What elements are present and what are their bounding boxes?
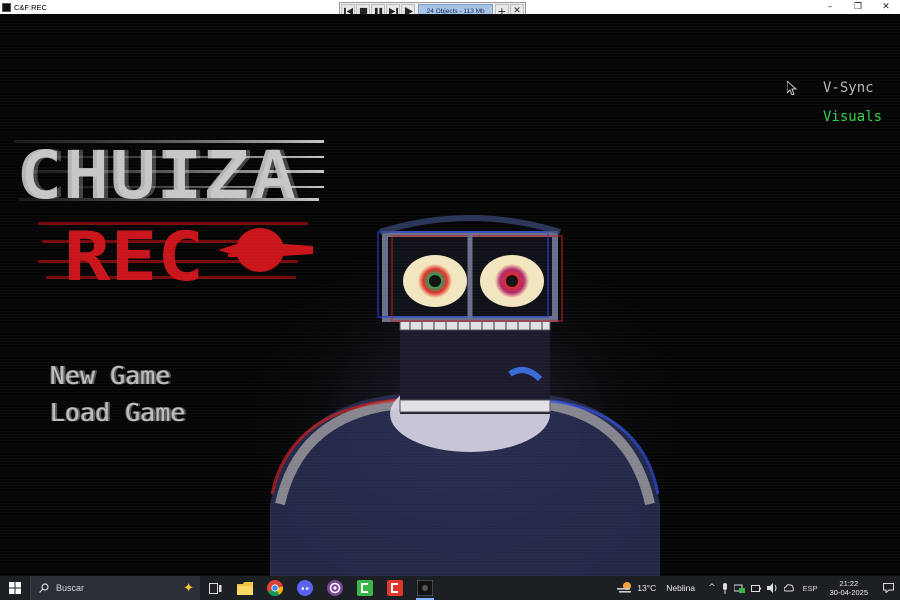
tor-browser-button[interactable]	[320, 576, 350, 600]
fusion-red-button[interactable]	[380, 576, 410, 600]
start-button[interactable]	[0, 576, 30, 600]
search-icon	[39, 583, 49, 593]
vsync-toggle[interactable]: V-Sync	[823, 80, 874, 96]
fusion-green-button[interactable]	[350, 576, 380, 600]
app-icon	[2, 2, 11, 12]
speaker-volume-icon[interactable]	[766, 583, 778, 593]
system-tray: 13°C Neblina ^ ESP 21:22 30-04-2025	[617, 576, 900, 600]
logo-chuiza-ghost: CHUIZA	[20, 137, 300, 206]
discord-button[interactable]	[290, 576, 320, 600]
minimize-button[interactable]: –	[816, 0, 844, 14]
clickteam-fusion-green-icon	[357, 580, 373, 596]
taskbar-search[interactable]: Buscar ✦	[30, 576, 200, 600]
notification-center-button[interactable]	[876, 576, 900, 600]
game-window-button[interactable]	[410, 576, 440, 600]
clickteam-fusion-red-icon	[387, 580, 403, 596]
input-language[interactable]: ESP	[803, 584, 818, 593]
network-icon[interactable]	[733, 584, 745, 593]
window-title: C&F:REC	[14, 2, 47, 12]
windows-logo-icon	[9, 582, 21, 594]
windows-taskbar: Buscar ✦ 13°C Neblina ^ ESP 21:22 30-04-…	[0, 576, 900, 600]
chrome-icon	[267, 580, 283, 596]
maximize-button[interactable]: ❐	[844, 0, 872, 14]
tor-browser-icon	[327, 580, 343, 596]
load-game-button[interactable]: Load Game	[50, 398, 185, 427]
mouse-cursor-icon	[787, 81, 797, 95]
clock[interactable]: 21:22 30-04-2025	[830, 579, 868, 597]
weather-temperature: 13°C	[637, 583, 657, 593]
clock-time: 21:22	[839, 579, 859, 588]
window-controls: – ❐ ✕	[816, 0, 900, 14]
logo-rec-text: REC	[64, 218, 204, 288]
weather-condition: Neblina	[666, 583, 696, 593]
close-button[interactable]: ✕	[872, 0, 900, 14]
search-placeholder: Buscar	[56, 583, 85, 593]
left-eye-icon	[403, 255, 467, 307]
battery-icon[interactable]	[750, 584, 761, 593]
folder-icon	[237, 581, 253, 595]
notification-icon	[882, 583, 894, 593]
new-game-button[interactable]: New Game	[50, 361, 170, 390]
task-view-icon	[208, 582, 221, 594]
right-eye-icon	[480, 255, 544, 307]
game-canvas: CHUIZA CHUIZA REC New Game Load Game V-S…	[0, 14, 900, 576]
chrome-button[interactable]	[260, 576, 290, 600]
discord-icon	[297, 580, 313, 596]
fog-weather-icon	[617, 582, 632, 593]
copilot-sparkle-icon: ✦	[183, 580, 194, 596]
microphone-icon[interactable]	[722, 582, 728, 594]
game-app-icon	[417, 580, 433, 596]
logo-chuiza: CHUIZA CHUIZA	[14, 137, 324, 206]
clock-date: 30-04-2025	[829, 588, 868, 597]
file-explorer-button[interactable]	[230, 576, 260, 600]
show-hidden-icons-chevron-icon[interactable]: ^	[708, 583, 716, 593]
animatronic-character	[250, 204, 680, 576]
visuals-toggle[interactable]: Visuals	[823, 109, 882, 125]
weather-widget[interactable]: 13°C Neblina	[617, 581, 705, 595]
cloud-sync-icon[interactable]	[783, 583, 794, 593]
task-view-button[interactable]	[200, 576, 230, 600]
